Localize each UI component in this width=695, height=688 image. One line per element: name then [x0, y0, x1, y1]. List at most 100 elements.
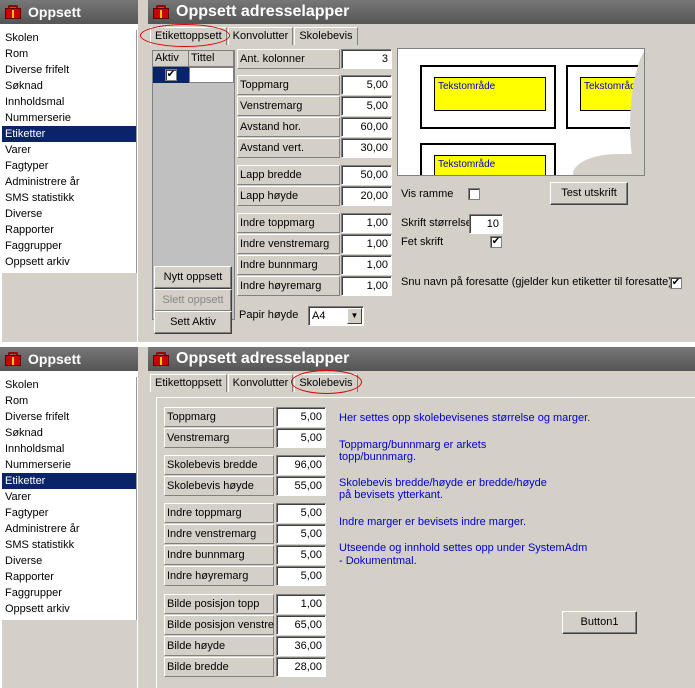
- chevron-down-icon[interactable]: ▼: [347, 308, 362, 324]
- nav-item[interactable]: Diverse: [2, 206, 136, 222]
- indre-venstremarg-input[interactable]: 1,00: [341, 234, 392, 254]
- indre-venstremarg-input[interactable]: 5,00: [276, 524, 326, 544]
- nav-item[interactable]: Varer: [2, 142, 136, 158]
- nav-item[interactable]: Rom: [2, 393, 136, 409]
- venstremarg-input[interactable]: 5,00: [276, 428, 326, 448]
- nav-item[interactable]: Fagtyper: [2, 158, 136, 174]
- nav-item[interactable]: Fagtyper: [2, 505, 136, 521]
- indre-bunnmarg-input[interactable]: 1,00: [341, 255, 392, 275]
- nav-item[interactable]: Skolen: [2, 30, 136, 46]
- nav-item[interactable]: Skolen: [2, 377, 136, 393]
- nav-item[interactable]: Diverse frifelt: [2, 409, 136, 425]
- preview-textarea: Tekstområde: [434, 155, 546, 175]
- window-title: Oppsett adresselapper: [176, 3, 350, 20]
- button1[interactable]: Button1: [562, 611, 637, 634]
- bilde-hoyde-input[interactable]: 36,00: [276, 636, 326, 656]
- nav-item[interactable]: Nummerserie: [2, 457, 136, 473]
- field-label: Avstand vert.: [237, 138, 340, 158]
- field-label: Venstremarg: [237, 96, 340, 116]
- nav-item[interactable]: SMS statistikk: [2, 537, 136, 553]
- tab-skolebevis[interactable]: Skolebevis: [294, 27, 358, 45]
- nav-item[interactable]: Søknad: [2, 78, 136, 94]
- skolebevis-hoyde-input[interactable]: 55,00: [276, 476, 326, 496]
- lapp-hoyde-input[interactable]: 20,00: [341, 186, 392, 206]
- indre-hoyremarg-input[interactable]: 5,00: [276, 566, 326, 586]
- tab-etikettoppsett[interactable]: Etikettoppsett: [150, 374, 227, 392]
- nav-empty-area: [2, 273, 137, 342]
- nav-item[interactable]: Innholdsmal: [2, 94, 136, 110]
- nav-item[interactable]: Varer: [2, 489, 136, 505]
- indre-toppmarg-input[interactable]: 5,00: [276, 503, 326, 523]
- nav-item[interactable]: Oppsett arkiv: [2, 254, 136, 270]
- bilde-posisjon-venstre-input[interactable]: 65,00: [276, 615, 326, 635]
- field-label: Lapp bredde: [237, 165, 340, 185]
- toppmarg-input[interactable]: 5,00: [341, 75, 392, 95]
- toppmarg-input[interactable]: 5,00: [276, 407, 326, 427]
- nav-item-selected[interactable]: Etiketter: [2, 473, 136, 489]
- nav-item[interactable]: Administrere år: [2, 174, 136, 190]
- bilde-bredde-input[interactable]: 28,00: [276, 657, 326, 677]
- bold-checkbox[interactable]: ✔: [490, 236, 502, 248]
- splitter[interactable]: [138, 0, 148, 342]
- label-preview: Tekstområde Tekstområde Tekstområde: [397, 48, 645, 176]
- nav-item[interactable]: Oppsett arkiv: [2, 601, 136, 617]
- field-label: Indre høyremarg: [237, 276, 340, 296]
- field-label: Indre toppmarg: [237, 213, 340, 233]
- field-label: Skolebevis bredde: [164, 455, 274, 475]
- nav-item[interactable]: Faggrupper: [2, 238, 136, 254]
- new-setup-button[interactable]: Nytt oppsett: [154, 266, 232, 289]
- bold-label: Fet skrift: [399, 233, 469, 253]
- set-active-button[interactable]: Sett Aktiv: [154, 311, 232, 334]
- nav-item[interactable]: Diverse: [2, 553, 136, 569]
- nav-item[interactable]: Rapporter: [2, 569, 136, 585]
- tab-konvolutter[interactable]: Konvolutter: [227, 27, 294, 45]
- nav-item[interactable]: Rom: [2, 46, 136, 62]
- nav-item[interactable]: Diverse frifelt: [2, 62, 136, 78]
- bottom-panel: Oppsett Oppsett adresselapper Skolen Rom…: [0, 347, 695, 688]
- field-label: Ant. kolonner: [237, 49, 340, 69]
- lapp-bredde-input[interactable]: 50,00: [341, 165, 392, 185]
- field-label: Bilde posisjon topp: [164, 594, 274, 614]
- bilde-posisjon-topp-input[interactable]: 1,00: [276, 594, 326, 614]
- nav-item[interactable]: SMS statistikk: [2, 190, 136, 206]
- nav-empty-area: [2, 620, 137, 688]
- avstand-hor-input[interactable]: 60,00: [341, 117, 392, 137]
- skolebevis-bredde-input[interactable]: 96,00: [276, 455, 326, 475]
- help-text: - Dokumentmal.: [339, 555, 417, 567]
- nav-item[interactable]: Administrere år: [2, 521, 136, 537]
- field-label: Indre venstremarg: [237, 234, 340, 254]
- field-label: Toppmarg: [164, 407, 274, 427]
- indre-bunnmarg-input[interactable]: 5,00: [276, 545, 326, 565]
- nav-item[interactable]: Søknad: [2, 425, 136, 441]
- ant-kolonner-input[interactable]: 3: [341, 49, 392, 69]
- venstremarg-input[interactable]: 5,00: [341, 96, 392, 116]
- nav-item[interactable]: Innholdsmal: [2, 441, 136, 457]
- nav-item[interactable]: Rapporter: [2, 222, 136, 238]
- nav-item[interactable]: Nummerserie: [2, 110, 136, 126]
- grid-row[interactable]: ✔: [153, 67, 234, 83]
- flip-names-checkbox[interactable]: ✔: [670, 277, 682, 289]
- tab-konvolutter[interactable]: Konvolutter: [227, 374, 294, 392]
- indre-hoyremarg-input[interactable]: 1,00: [341, 276, 392, 296]
- test-print-button[interactable]: Test utskrift: [550, 182, 628, 205]
- delete-setup-button[interactable]: Slett oppsett: [154, 289, 232, 312]
- active-checkbox[interactable]: ✔: [165, 69, 177, 81]
- avstand-vert-input[interactable]: 30,00: [341, 138, 392, 158]
- field-label: Bilde høyde: [164, 636, 274, 656]
- grid-header: Aktiv Tittel: [153, 51, 234, 67]
- splitter[interactable]: [138, 347, 148, 688]
- window-title: Oppsett adresselapper: [176, 350, 350, 367]
- field-label: Skolebevis høyde: [164, 476, 274, 496]
- paper-value: A4: [312, 310, 326, 322]
- nav-item-selected[interactable]: Etiketter: [2, 126, 136, 142]
- vis-ramme-label: Vis ramme: [399, 185, 469, 205]
- paper-select[interactable]: A4 ▼: [308, 306, 364, 326]
- help-text: Indre marger er bevisets indre marger.: [339, 516, 527, 528]
- font-size-input[interactable]: 10: [469, 214, 503, 234]
- grid-cell-title[interactable]: [189, 67, 234, 83]
- grid-cell-active[interactable]: ✔: [153, 67, 189, 83]
- vis-ramme-checkbox[interactable]: [468, 188, 480, 200]
- nav-item[interactable]: Faggrupper: [2, 585, 136, 601]
- indre-toppmarg-input[interactable]: 1,00: [341, 213, 392, 233]
- field-label: Bilde posisjon venstre: [164, 615, 274, 635]
